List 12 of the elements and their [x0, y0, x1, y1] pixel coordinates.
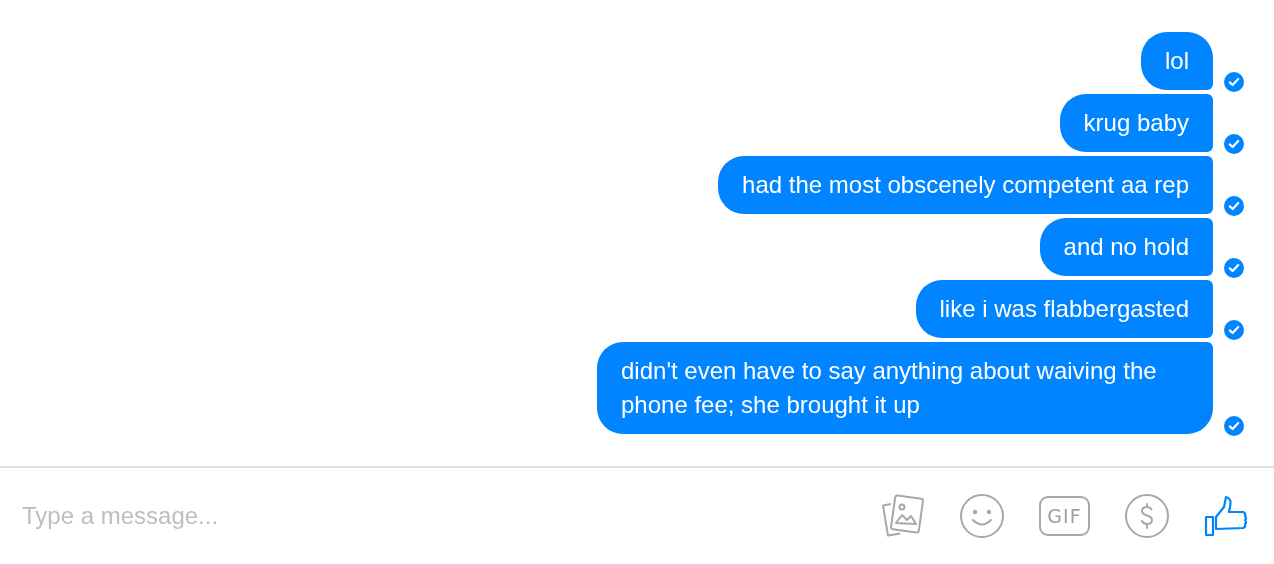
smiley-icon[interactable] [959, 493, 1005, 539]
message-field[interactable]: Type a message... [22, 502, 879, 530]
dollar-icon[interactable] [1124, 493, 1170, 539]
thumbs-up-icon[interactable] [1204, 493, 1250, 539]
message-bubble: like i was flabbergasted [915, 280, 1213, 338]
message-bubble: lol [1141, 32, 1213, 90]
photos-icon[interactable] [879, 493, 925, 539]
message-bubble: had the most obscenely competent aa rep [718, 156, 1213, 214]
message-bubble: krug baby [1059, 94, 1213, 152]
gif-button[interactable]: GIF [1039, 496, 1090, 536]
message-bubble: didn't even have to say anything about waiving the phone fee; she brought it up [597, 342, 1213, 434]
message-bubble: and no hold [1039, 218, 1213, 276]
